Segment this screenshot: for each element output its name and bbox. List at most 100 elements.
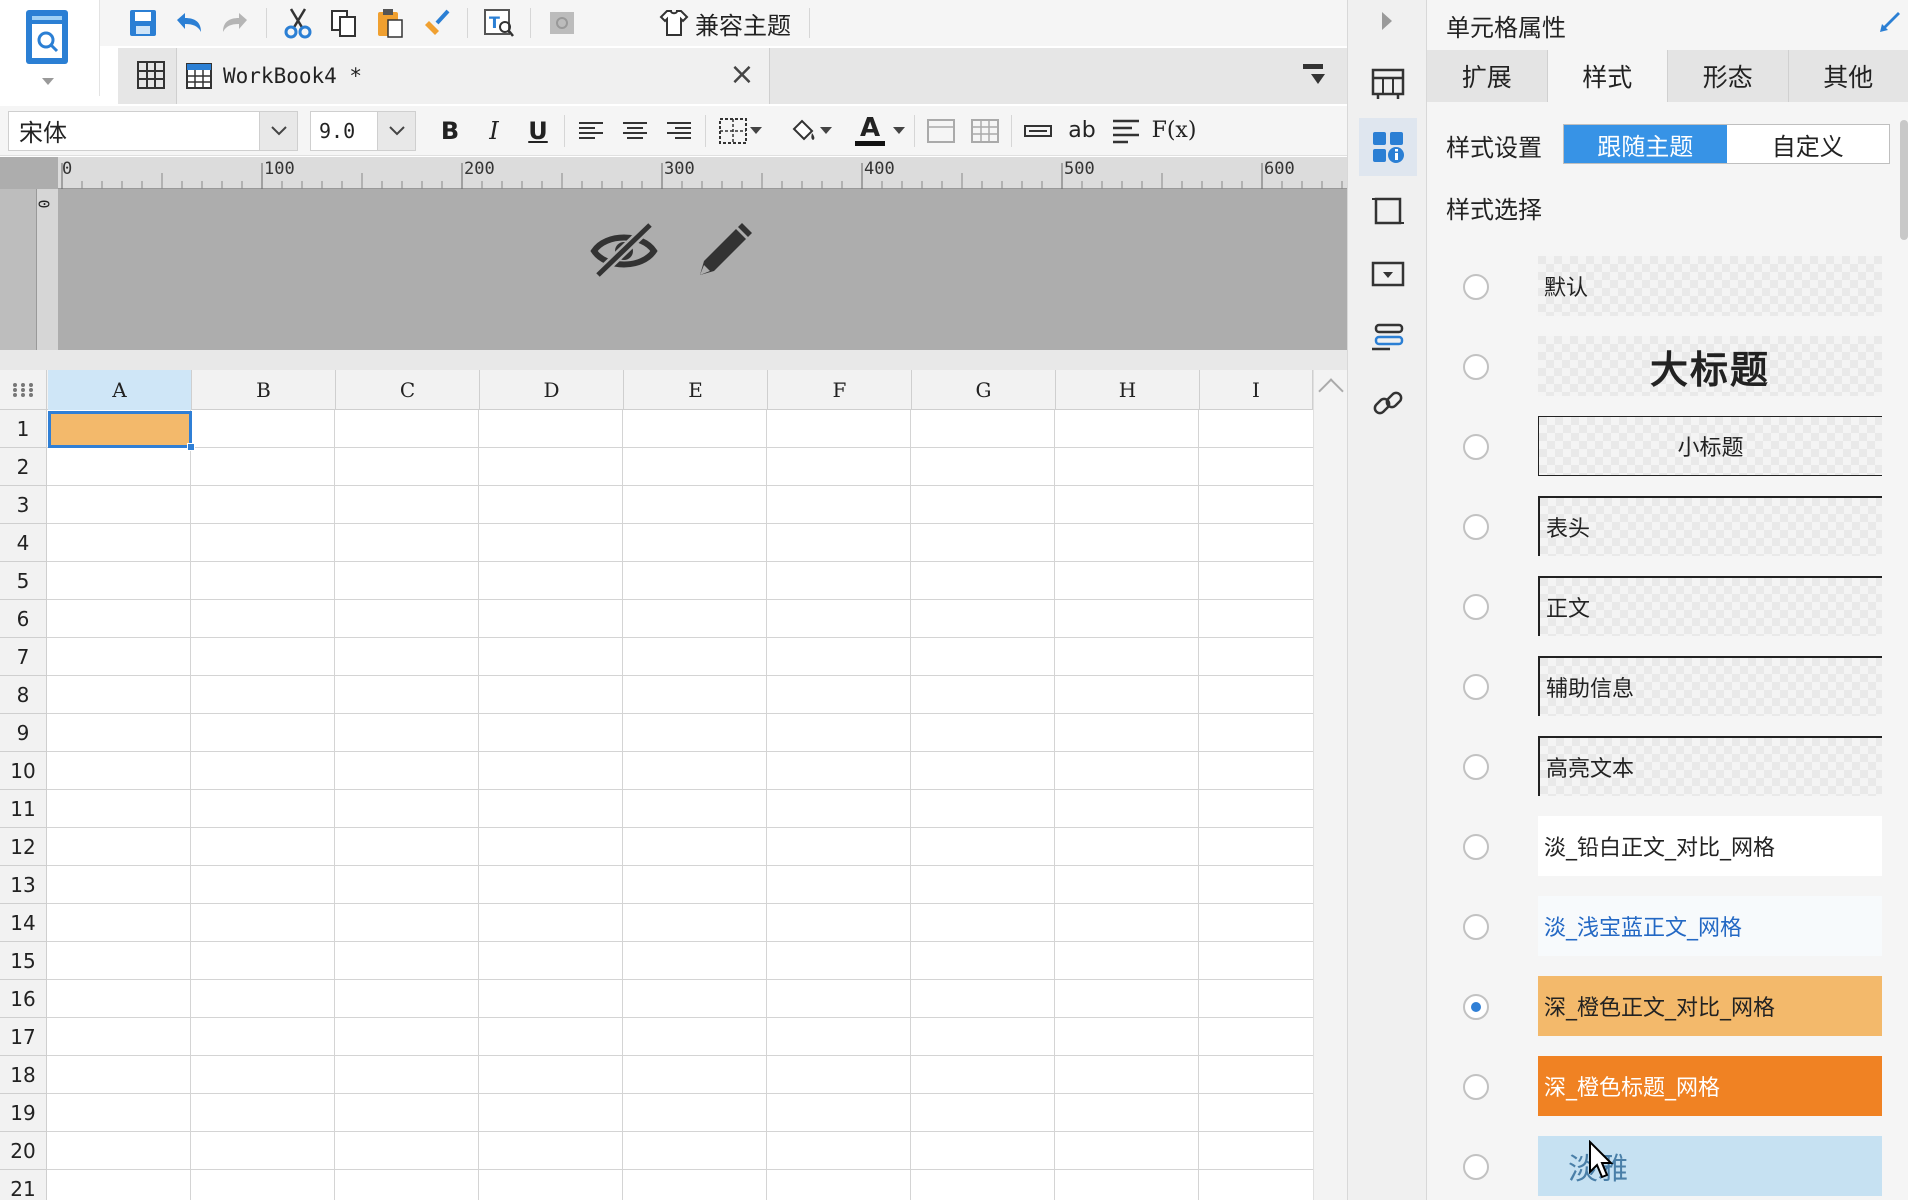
paste-icon[interactable]: [367, 2, 413, 44]
style-option[interactable]: 小标题: [1427, 416, 1908, 476]
compatible-theme-button[interactable]: 兼容主题: [649, 3, 801, 43]
sheet-grid-icon[interactable]: [136, 60, 166, 94]
cut-icon[interactable]: [275, 2, 321, 44]
hyperlink-icon[interactable]: [1359, 374, 1417, 432]
row-header[interactable]: 2: [0, 448, 47, 486]
row-header[interactable]: 3: [0, 486, 47, 524]
column-header-g[interactable]: G: [912, 370, 1056, 410]
style-swatch[interactable]: 深_橙色标题_网格: [1538, 1056, 1882, 1116]
style-radio[interactable]: [1463, 274, 1489, 300]
align-center-icon[interactable]: [613, 110, 657, 152]
style-swatch[interactable]: 高亮文本: [1538, 736, 1882, 796]
style-radio[interactable]: [1463, 434, 1489, 460]
chevron-down-icon[interactable]: [820, 127, 832, 134]
style-swatch[interactable]: 默认: [1538, 256, 1882, 316]
redo-icon[interactable]: [212, 2, 258, 44]
style-swatch[interactable]: 淡_铅白正文_对比_网格: [1538, 816, 1882, 876]
row-header[interactable]: 8: [0, 676, 47, 714]
align-left-icon[interactable]: [569, 110, 613, 152]
style-radio[interactable]: [1463, 514, 1489, 540]
style-swatch[interactable]: 表头: [1538, 496, 1882, 556]
bold-button[interactable]: B: [428, 110, 472, 152]
copy-icon[interactable]: [321, 2, 367, 44]
row-header[interactable]: 5: [0, 562, 47, 600]
style-radio[interactable]: [1463, 354, 1489, 380]
expand-arrow-icon[interactable]: [1382, 12, 1392, 30]
chevron-down-icon[interactable]: [259, 111, 297, 150]
row-header[interactable]: 1: [0, 410, 47, 448]
spreadsheet[interactable]: A B C D E F G H I 1 2 3 4 5 6 7 8 9 10 11 12 13 14 15 1…: [0, 370, 1313, 1200]
close-tab-button[interactable]: ×: [727, 60, 757, 90]
column-header-a[interactable]: A: [48, 370, 192, 410]
style-radio[interactable]: [1463, 834, 1489, 860]
row-header[interactable]: 7: [0, 638, 47, 676]
cell-properties-icon[interactable]: [1359, 118, 1417, 176]
style-swatch[interactable]: 淡_浅宝蓝正文_网格: [1538, 896, 1882, 956]
row-header[interactable]: 21: [0, 1170, 47, 1200]
pin-icon[interactable]: [1876, 10, 1900, 38]
style-option[interactable]: 正文: [1427, 576, 1908, 636]
wrap-text-button[interactable]: ab: [1060, 110, 1104, 152]
vertical-scrollbar[interactable]: [1313, 370, 1347, 1200]
row-header[interactable]: 6: [0, 600, 47, 638]
style-radio[interactable]: [1463, 1154, 1489, 1180]
style-radio[interactable]: [1463, 914, 1489, 940]
column-header-b[interactable]: B: [192, 370, 336, 410]
style-option[interactable]: 高亮文本: [1427, 736, 1908, 796]
app-logo[interactable]: [0, 0, 100, 96]
panel-scrollbar[interactable]: [1900, 120, 1908, 240]
font-family-select[interactable]: 宋体: [8, 110, 298, 151]
cell-grid[interactable]: [47, 410, 1313, 1200]
row-header[interactable]: 13: [0, 866, 47, 904]
scroll-up-icon[interactable]: [1318, 378, 1344, 404]
italic-button[interactable]: I: [472, 110, 516, 152]
undo-icon[interactable]: [166, 2, 212, 44]
chevron-down-icon[interactable]: [893, 127, 905, 134]
column-header-f[interactable]: F: [768, 370, 912, 410]
style-swatch[interactable]: 正文: [1538, 576, 1882, 636]
selected-cell-a1[interactable]: [48, 411, 195, 451]
condition-attributes-icon[interactable]: [1359, 246, 1417, 304]
tab-form[interactable]: 形态: [1668, 50, 1789, 102]
data-list-icon[interactable]: [1359, 310, 1417, 368]
tab-workbook4[interactable]: WorkBook4 * ×: [176, 48, 770, 104]
style-swatch[interactable]: 深_橙色正文_对比_网格: [1538, 976, 1882, 1036]
column-header-e[interactable]: E: [624, 370, 768, 410]
style-option[interactable]: 淡_浅宝蓝正文_网格: [1427, 896, 1908, 956]
row-header[interactable]: 16: [0, 980, 47, 1018]
font-color-button[interactable]: A: [850, 110, 910, 152]
fill-handle[interactable]: [187, 443, 195, 451]
text-box-icon[interactable]: [1016, 110, 1060, 152]
chevron-down-icon[interactable]: [377, 111, 415, 150]
row-header[interactable]: 18: [0, 1056, 47, 1094]
style-option[interactable]: 淡雅: [1427, 1136, 1908, 1196]
row-header[interactable]: 4: [0, 524, 47, 562]
style-radio[interactable]: [1463, 674, 1489, 700]
row-header[interactable]: 19: [0, 1094, 47, 1132]
style-option[interactable]: 辅助信息: [1427, 656, 1908, 716]
align-right-icon[interactable]: [657, 110, 701, 152]
tab-expand[interactable]: 扩展: [1427, 50, 1548, 102]
split-cells-icon[interactable]: [963, 110, 1007, 152]
style-option[interactable]: 默认: [1427, 256, 1908, 316]
style-radio-selected[interactable]: [1463, 994, 1489, 1020]
border-icon[interactable]: [710, 110, 770, 152]
find-text-icon[interactable]: T: [476, 2, 522, 44]
tab-style[interactable]: 样式: [1547, 50, 1668, 102]
row-header[interactable]: 12: [0, 828, 47, 866]
chevron-down-icon[interactable]: [750, 127, 762, 134]
style-swatch[interactable]: 大标题: [1538, 336, 1882, 396]
row-header[interactable]: 15: [0, 942, 47, 980]
style-option[interactable]: 深_橙色正文_对比_网格: [1427, 976, 1908, 1036]
style-swatch[interactable]: 辅助信息: [1538, 656, 1882, 716]
logo-dropdown-icon[interactable]: [42, 78, 54, 85]
row-header[interactable]: 17: [0, 1018, 47, 1056]
save-icon[interactable]: [120, 2, 166, 44]
column-header-c[interactable]: C: [336, 370, 480, 410]
formula-button[interactable]: F(x): [1148, 110, 1200, 152]
style-radio[interactable]: [1463, 594, 1489, 620]
column-header-h[interactable]: H: [1056, 370, 1200, 410]
style-swatch[interactable]: 小标题: [1538, 416, 1882, 476]
style-radio[interactable]: [1463, 1074, 1489, 1100]
merge-cells-icon[interactable]: [919, 110, 963, 152]
